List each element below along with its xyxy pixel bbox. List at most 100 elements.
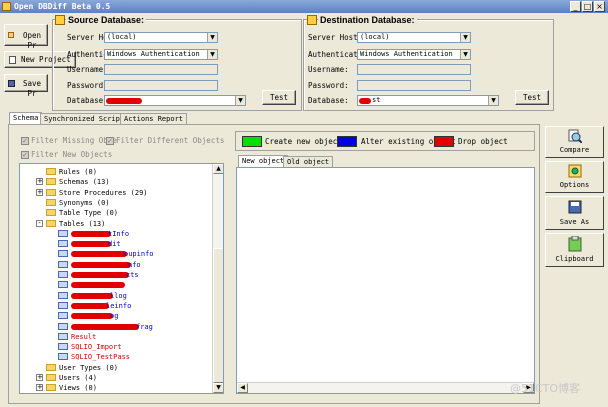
save-as-button[interactable]: Save As	[545, 196, 604, 230]
source-username-label: Username:	[67, 65, 108, 74]
expand-icon[interactable]: +	[36, 374, 43, 381]
tree-table-node[interactable]: Result	[20, 332, 210, 342]
source-server-select[interactable]: (local) ▼	[104, 32, 218, 43]
table-icon	[58, 312, 68, 320]
tree-table-node[interactable]: frag	[20, 322, 210, 332]
tab-old-object[interactable]: Old object	[283, 156, 334, 167]
tree-folder-node[interactable]: Rules (0)	[20, 167, 210, 177]
dest-auth-select[interactable]: Windows Authentication ▼	[357, 49, 471, 60]
scroll-thumb[interactable]	[213, 248, 223, 383]
tree-table-node[interactable]: llog	[20, 291, 210, 301]
table-icon	[58, 250, 68, 258]
tree-folder-node[interactable]: + Views (0)	[20, 383, 210, 393]
clipboard-icon	[568, 236, 582, 252]
database-icon	[307, 15, 317, 25]
tree-node-label: llog	[110, 291, 127, 300]
collapse-icon[interactable]: -	[36, 219, 43, 227]
tree-scrollbar[interactable]: ▲ ▼	[212, 164, 223, 393]
tree-folder-node[interactable]: + Users (4)	[20, 373, 210, 383]
source-test-button[interactable]: Test	[262, 90, 296, 105]
source-username-field[interactable]	[104, 64, 218, 75]
chevron-down-icon: ▼	[207, 33, 217, 42]
horizontal-scrollbar[interactable]: ◀ ▶	[237, 382, 534, 393]
tab-synchronized-script[interactable]: Synchronized Script	[40, 113, 129, 124]
legend-create-label: Create new object	[265, 137, 342, 146]
tree-table-node[interactable]: dit	[20, 239, 210, 249]
filter-new-label: Filter New Objects	[31, 150, 113, 159]
tree-node-label: Store Procedures (29)	[59, 188, 148, 197]
dest-server-label: Server Host:	[308, 33, 363, 42]
filter-different-label: Filter Different Objects	[116, 136, 225, 145]
open-project-button[interactable]: Open Pr	[4, 24, 48, 50]
redacted-mark	[71, 302, 109, 309]
options-button[interactable]: Options	[545, 161, 604, 193]
expand-icon[interactable]: +	[36, 188, 43, 196]
floppy-disk-icon	[568, 200, 582, 214]
tree-folder-node[interactable]: + Schemas (13)	[20, 177, 210, 187]
save-project-button[interactable]: Save Pr	[4, 74, 48, 98]
close-button[interactable]: ×	[594, 1, 605, 12]
redacted-mark	[71, 323, 139, 330]
tree-folder-node[interactable]: Synonyms (0)	[20, 198, 210, 208]
window-title: Open DBDiff Beta 0.5	[14, 2, 111, 11]
clipboard-button[interactable]: Clipboard	[545, 233, 604, 267]
schema-tree[interactable]: Rules (0) + Schemas (13) + Store Procedures …	[19, 163, 224, 394]
chevron-down-icon: ▼	[207, 50, 217, 59]
tree-folder-node[interactable]: User Types (0)	[20, 363, 210, 373]
dest-server-select[interactable]: (local) ▼	[357, 32, 471, 43]
minimize-button[interactable]: _	[570, 1, 581, 12]
source-database-select[interactable]: ▼	[104, 95, 246, 106]
scroll-up-arrow[interactable]: ▲	[213, 164, 223, 174]
floppy-icon	[8, 80, 15, 87]
dest-db-title: Destination Database:	[318, 15, 417, 25]
tree-table-node[interactable]	[20, 280, 210, 290]
tree-table-node[interactable]: og	[20, 311, 210, 321]
tab-actions-report[interactable]: Actions Report	[120, 113, 188, 124]
redacted-mark	[71, 313, 113, 320]
tab-schema[interactable]: Schema	[9, 112, 43, 124]
filter-missing-checkbox[interactable]: ✓	[21, 137, 29, 145]
source-password-field[interactable]	[104, 80, 218, 91]
tree-table-node[interactable]: leinfo	[20, 301, 210, 311]
tree-table-node[interactable]: cts	[20, 270, 210, 280]
dest-username-field[interactable]	[357, 64, 471, 75]
filter-new-checkbox[interactable]: ✓	[21, 151, 29, 159]
tree-table-node[interactable]: SQLIO_Import	[20, 342, 210, 352]
compare-button[interactable]: Compare	[545, 126, 604, 158]
tree-table-node[interactable]: nfo	[20, 260, 210, 270]
chevron-down-icon: ▼	[460, 33, 470, 42]
filter-different-checkbox[interactable]: ✓	[106, 137, 114, 145]
folder-icon	[46, 168, 56, 175]
scroll-left-arrow[interactable]: ◀	[237, 383, 248, 393]
expand-icon[interactable]: +	[36, 178, 43, 186]
expand-icon[interactable]: +	[36, 384, 43, 392]
tree-table-node[interactable]: tInfo	[20, 229, 210, 239]
table-icon	[58, 343, 68, 351]
maximize-button[interactable]: □	[582, 1, 593, 12]
object-script-area[interactable]: ◀ ▶	[236, 167, 535, 394]
folder-open-icon	[8, 32, 14, 38]
tab-new-object[interactable]: New object	[238, 155, 289, 167]
tree-table-node[interactable]: oupinfo	[20, 249, 210, 259]
options-icon	[568, 164, 582, 178]
table-icon	[58, 281, 68, 289]
source-database-label: Database:	[67, 96, 108, 105]
scroll-down-arrow[interactable]: ▼	[213, 383, 223, 393]
tree-folder-node[interactable]: + Store Procedures (29)	[20, 188, 210, 198]
tree-table-node[interactable]: SQLIO_TestPass	[20, 352, 210, 362]
folder-icon	[46, 178, 56, 186]
tree-node-label: dit	[108, 240, 121, 249]
filter-missing-label: Filter Missing Obje	[31, 136, 117, 145]
new-document-icon	[9, 56, 16, 64]
folder-icon	[46, 384, 56, 392]
dest-password-field[interactable]	[357, 80, 471, 91]
source-auth-select[interactable]: Windows Authentication ▼	[104, 49, 218, 60]
dest-database-select[interactable]: st ▼	[357, 95, 499, 106]
folder-icon	[46, 198, 56, 206]
tree-node-label: og	[110, 312, 119, 321]
tree-folder-node[interactable]: Table Type (0)	[20, 208, 210, 218]
table-icon	[58, 291, 68, 299]
folder-icon	[46, 363, 56, 371]
dest-test-button[interactable]: Test	[515, 90, 549, 105]
tree-folder-node[interactable]: - Tables (13)	[20, 219, 210, 229]
